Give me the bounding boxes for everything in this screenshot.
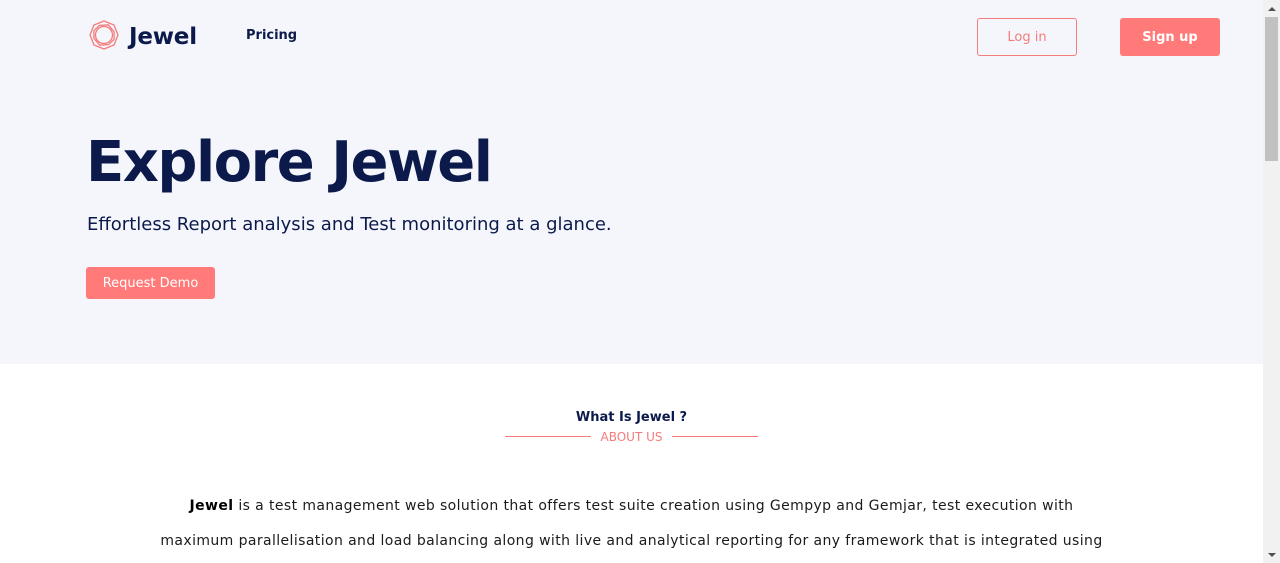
- jewel-logo-icon: [88, 19, 120, 55]
- about-paragraph-line-1: Jewel is a test management web solution …: [100, 498, 1163, 514]
- scroll-down-arrow-icon[interactable]: [1263, 546, 1280, 563]
- about-section-subtitle: ABOUT US: [600, 430, 663, 444]
- about-lead-word: Jewel: [189, 498, 234, 514]
- signup-button[interactable]: Sign up: [1120, 18, 1220, 56]
- about-paragraph-line-2: maximum parallelisation and load balanci…: [160, 533, 1103, 549]
- scrollbar-thumb[interactable]: [1265, 17, 1278, 161]
- nav-pricing-link[interactable]: Pricing: [246, 28, 297, 43]
- page-scrollbar[interactable]: [1263, 0, 1280, 563]
- about-divider-right: [672, 436, 758, 437]
- request-demo-button[interactable]: Request Demo: [86, 267, 215, 299]
- login-button[interactable]: Log in: [977, 18, 1077, 56]
- brand-name: Jewel: [129, 24, 197, 50]
- about-line-1-text: is a test management web solution that o…: [233, 498, 1074, 514]
- hero-title: Explore Jewel: [86, 130, 493, 195]
- scroll-up-arrow-icon[interactable]: [1263, 0, 1280, 17]
- brand-logo[interactable]: Jewel: [88, 19, 197, 55]
- about-section-title: What Is Jewel ?: [575, 410, 688, 425]
- hero-subtitle: Effortless Report analysis and Test moni…: [87, 214, 612, 235]
